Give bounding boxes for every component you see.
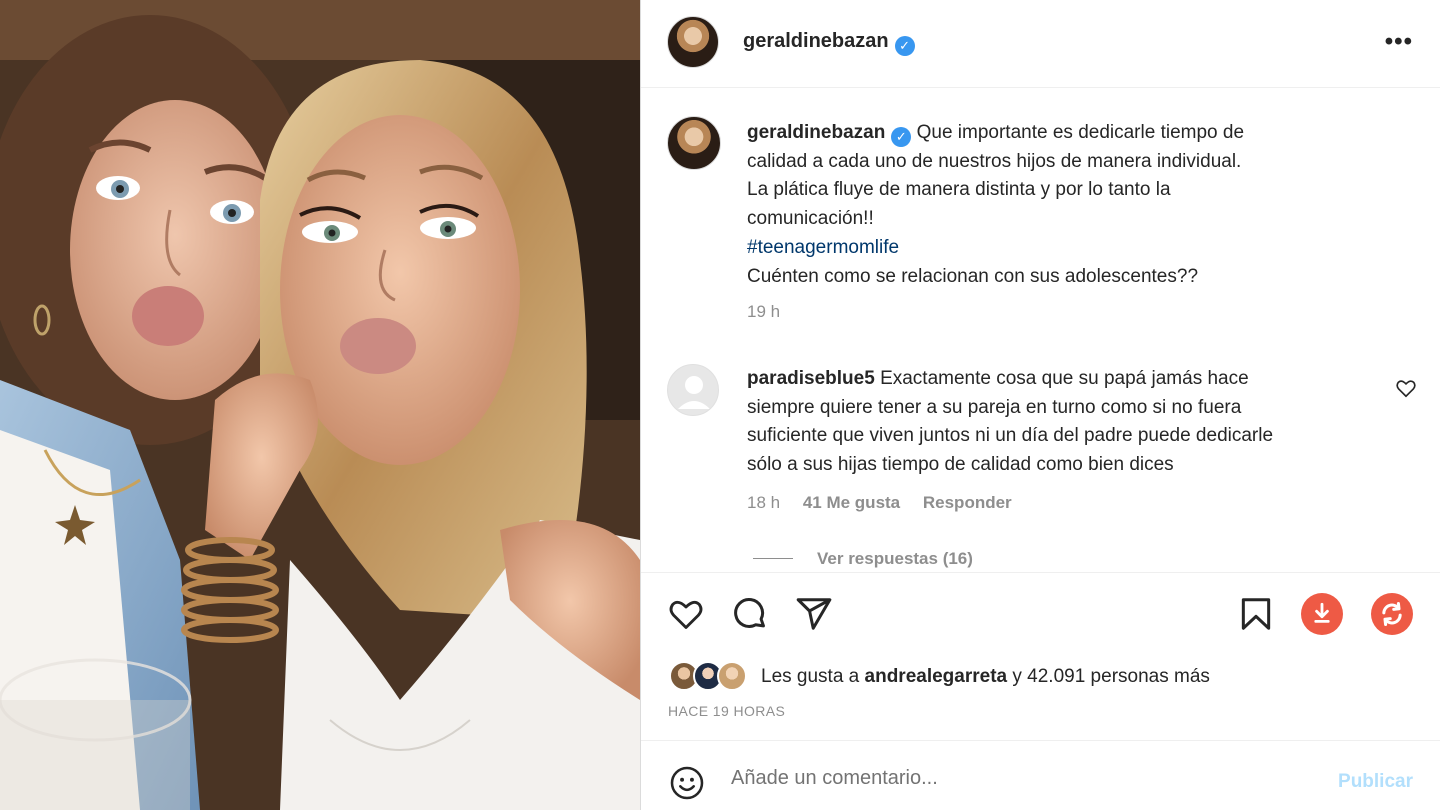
default-avatar-icon <box>678 376 710 409</box>
liker-avatar[interactable] <box>717 661 747 691</box>
add-comment-bar: Publicar <box>641 740 1440 810</box>
post-photo-illustration <box>0 0 640 810</box>
post-header: geraldinebazan ✓ ••• <box>641 0 1440 88</box>
caption-username[interactable]: geraldinebazan <box>747 122 885 143</box>
comment-meta: 18 h 41 Me gusta Responder <box>747 493 1030 513</box>
post-caption: geraldinebazan ✓ Que importante es dedica… <box>747 119 1387 291</box>
view-replies-label[interactable]: Ver respuestas (16) <box>817 549 973 568</box>
comment-like-heart-icon[interactable] <box>1395 377 1417 404</box>
heart-icon[interactable] <box>667 595 705 638</box>
caption-line-3: La plática fluye de manera distinta y po… <box>747 179 1171 201</box>
comment-icon[interactable] <box>731 595 769 638</box>
comment-reply-button[interactable]: Responder <box>923 493 1012 512</box>
post-side-panel: geraldinebazan ✓ ••• geraldinebazan ✓ Que … <box>640 0 1440 810</box>
comments-scroll-area[interactable]: geraldinebazan ✓ Que importante es dedica… <box>641 89 1440 569</box>
comment-line-2: siempre quiere tener a su pareja en turn… <box>747 396 1242 418</box>
comment-body: paradiseblue5 Exactamente cosa que su pa… <box>747 365 1397 480</box>
refresh-icon[interactable] <box>1371 593 1413 635</box>
caption-hashtag-link[interactable]: #teenagermomlife <box>747 237 899 258</box>
comment-input[interactable] <box>731 761 1291 795</box>
comment-line-4: sólo a sus hijas tiempo de calidad como … <box>747 454 1174 476</box>
caption-line-5: Cuénten como se relacionan con sus adole… <box>747 265 1199 287</box>
replies-divider-line <box>753 558 793 559</box>
caption-line-1: Que importante es dedicarle tiempo de <box>916 122 1245 143</box>
post-image[interactable] <box>0 0 640 810</box>
caption-line-2: calidad a cada uno de nuestros hijos de … <box>747 150 1242 172</box>
caption-verified-badge-icon: ✓ <box>891 127 912 147</box>
emoji-icon[interactable] <box>669 765 705 806</box>
publish-button[interactable]: Publicar <box>1338 771 1413 793</box>
comment-username[interactable]: paradiseblue5 <box>747 368 875 389</box>
comment-likes-count[interactable]: 41 Me gusta <box>803 493 900 512</box>
likes-user-link[interactable]: andrealegarreta <box>865 666 1008 687</box>
bookmark-icon[interactable] <box>1237 595 1275 638</box>
post-timestamp[interactable]: HACE 19 HORAS <box>668 703 785 719</box>
view-replies-button[interactable]: Ver respuestas (16) <box>753 549 973 569</box>
author-avatar[interactable] <box>667 16 719 68</box>
author-username-text[interactable]: geraldinebazan <box>743 30 889 52</box>
author-username[interactable]: geraldinebazan ✓ <box>743 30 915 56</box>
caption-timestamp[interactable]: 19 h <box>747 302 780 322</box>
commenter-avatar[interactable] <box>667 364 719 416</box>
comment-line-3: suficiente que viven juntos ni un día de… <box>747 425 1274 447</box>
download-icon[interactable] <box>1301 593 1343 635</box>
likes-prefix: Les gusta a <box>761 666 860 687</box>
caption-line-4: comunicación!! <box>747 208 874 230</box>
caption-author-avatar[interactable] <box>667 116 721 170</box>
likes-section: Les gusta a andrealegarreta y 42.091 per… <box>641 656 1440 740</box>
likes-suffix[interactable]: y 42.091 personas más <box>1012 666 1210 687</box>
comment-line-1: Exactamente cosa que su papá jamás hace <box>880 368 1249 389</box>
post-action-bar <box>641 572 1440 656</box>
more-options-icon[interactable]: ••• <box>1385 28 1413 56</box>
verified-badge-icon: ✓ <box>894 36 915 56</box>
comment-timestamp[interactable]: 18 h <box>747 493 780 512</box>
likes-summary[interactable]: Les gusta a andrealegarreta y 42.091 per… <box>761 666 1210 688</box>
share-icon[interactable] <box>795 595 833 638</box>
